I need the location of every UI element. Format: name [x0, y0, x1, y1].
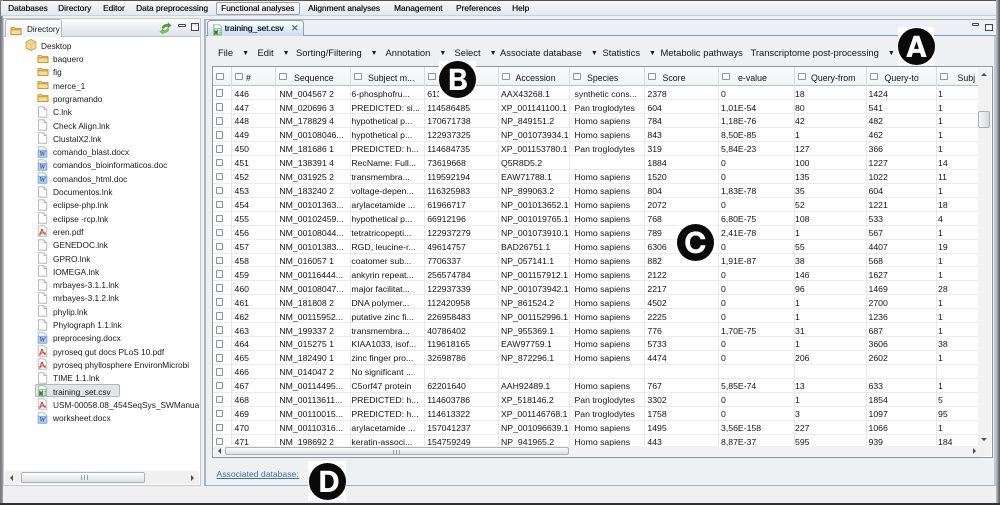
- svg-text:W: W: [39, 150, 46, 158]
- svg-text:W: W: [39, 163, 46, 171]
- svg-text:W: W: [39, 176, 46, 184]
- svg-text:W: W: [39, 416, 46, 424]
- svg-text:W: W: [39, 336, 46, 344]
